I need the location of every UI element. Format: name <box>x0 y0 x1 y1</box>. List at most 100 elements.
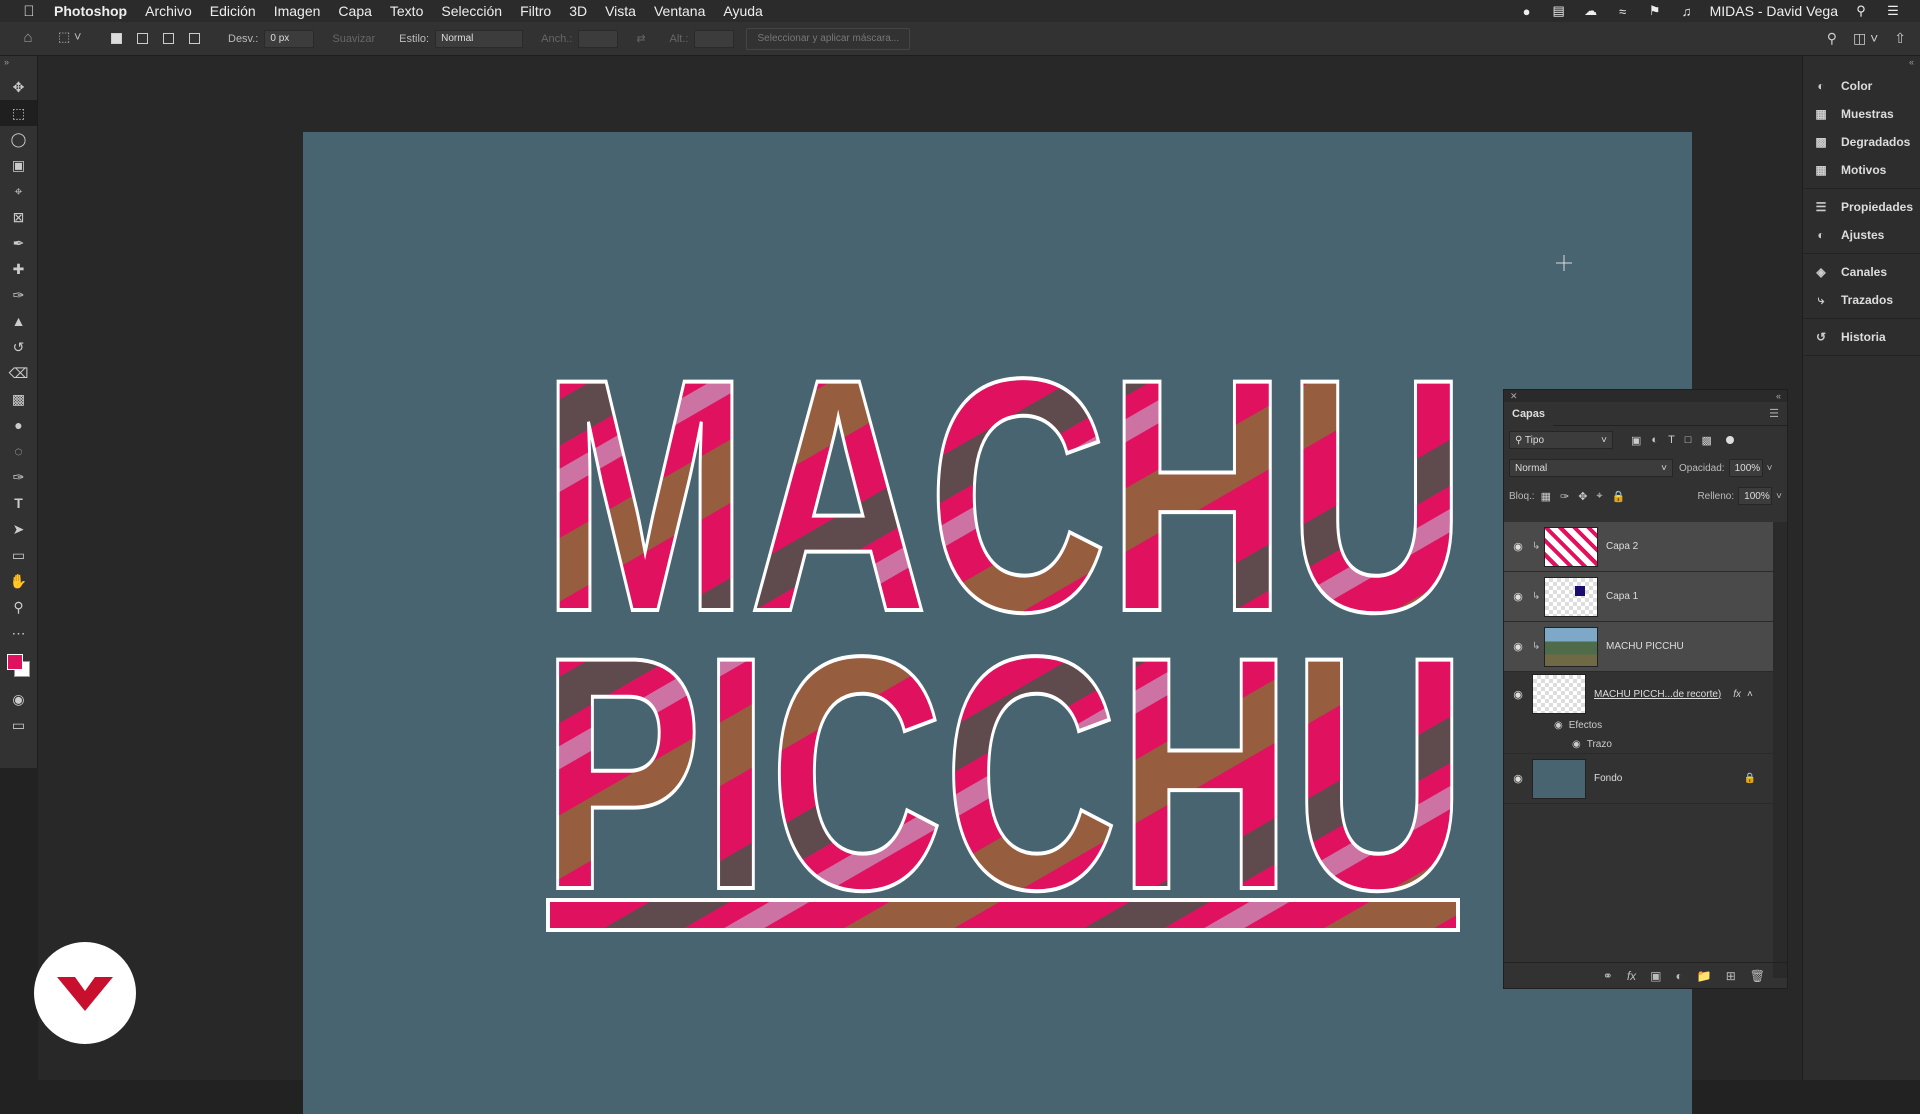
add-style-icon[interactable]: fx <box>1627 969 1636 983</box>
select-and-mask-button[interactable]: Seleccionar y aplicar máscara... <box>746 27 911 50</box>
fill-input[interactable]: 100% <box>1738 487 1773 505</box>
expand-effects-icon[interactable]: ˄ <box>1747 689 1753 700</box>
effects-row[interactable]: ◉ Efectos <box>1504 716 1774 735</box>
dock-collapse-icon[interactable]: « <box>1803 56 1920 68</box>
layers-scrollbar[interactable] <box>1773 522 1787 978</box>
filter-adjustment-icon[interactable]: ◐ <box>1651 434 1658 447</box>
path-selection-tool-icon[interactable]: ➤ <box>0 516 37 542</box>
layer-filter-select[interactable]: ⚲ Tipo ˅ <box>1509 431 1613 449</box>
visibility-eye-icon[interactable]: ◉ <box>1504 640 1532 653</box>
effects-eye-icon[interactable]: ◉ <box>1554 720 1563 731</box>
visibility-eye-icon[interactable]: ◉ <box>1504 540 1532 553</box>
menu-seleccion[interactable]: Selección <box>441 3 502 19</box>
effect-stroke-row[interactable]: ◉ Trazo <box>1504 735 1774 754</box>
brush-tool-icon[interactable]: ✑ <box>0 282 37 308</box>
lock-transparent-icon[interactable]: ▦ <box>1541 490 1551 503</box>
menu-archivo[interactable]: Archivo <box>145 3 192 19</box>
apple-icon[interactable]:  <box>20 3 38 20</box>
tools-collapse-icon[interactable]: » <box>0 56 37 68</box>
menu-app-name[interactable]: Photoshop <box>54 3 127 19</box>
add-mask-icon[interactable]: ▣ <box>1650 969 1661 983</box>
lock-all-icon[interactable]: 🔒 <box>1612 490 1626 503</box>
zoom-tool-icon[interactable]: ⚲ <box>0 594 37 620</box>
dock-item-color[interactable]: ◐ Color <box>1803 72 1920 100</box>
layer-row-machu-picchu[interactable]: ◉ ↳ MACHU PICCHU <box>1504 622 1774 672</box>
wifi-icon[interactable]: ≈ <box>1614 4 1632 19</box>
style-select[interactable]: Normal <box>435 29 524 48</box>
blend-mode-select[interactable]: Normal ˅ <box>1509 459 1673 477</box>
visibility-eye-icon[interactable]: ◉ <box>1504 688 1532 701</box>
history-brush-tool-icon[interactable]: ↺ <box>0 334 37 360</box>
menu-edicion[interactable]: Edición <box>210 3 256 19</box>
move-tool-icon[interactable]: ✥ <box>0 74 37 100</box>
display-icon[interactable]: ▤ <box>1550 3 1568 18</box>
filter-toggle[interactable] <box>1725 436 1734 444</box>
close-panel-icon[interactable]: ✕ <box>1510 390 1518 402</box>
blur-tool-icon[interactable]: ● <box>0 412 37 438</box>
document-canvas[interactable]: MACHU PICCHU <box>303 132 1692 1114</box>
lock-artboard-icon[interactable]: ⌖ <box>1596 490 1602 503</box>
dock-item-properties[interactable]: ☰ Propiedades <box>1803 193 1920 221</box>
width-input[interactable] <box>578 29 619 48</box>
antialias-checkbox[interactable]: Suavizar <box>332 33 375 45</box>
filter-smart-object-icon[interactable]: ▩ <box>1701 434 1711 447</box>
menu-capa[interactable]: Capa <box>338 3 371 19</box>
link-layers-icon[interactable]: ⚭ <box>1603 969 1613 983</box>
new-adjustment-icon[interactable]: ◐ <box>1676 969 1683 983</box>
eraser-tool-icon[interactable]: ⌫ <box>0 360 37 386</box>
opacity-chevron-icon[interactable]: ˅ <box>1767 463 1773 474</box>
menu-vista[interactable]: Vista <box>605 3 636 19</box>
marquee-tool-icon[interactable]: ⬚ <box>0 100 37 126</box>
tool-preset-picker[interactable]: ⬚ ˅ <box>58 29 92 49</box>
dock-item-patterns[interactable]: ▦ Motivos <box>1803 156 1920 184</box>
stamp-tool-icon[interactable]: ▲ <box>0 308 37 334</box>
pen-tool-icon[interactable]: ✑ <box>0 464 37 490</box>
object-selection-tool-icon[interactable]: ▣ <box>0 152 37 178</box>
notification-center-icon[interactable]: ☰ <box>1884 3 1902 18</box>
swap-icon[interactable]: ⇄ <box>636 32 645 45</box>
filter-pixel-icon[interactable]: ▣ <box>1631 434 1641 447</box>
dock-item-swatches[interactable]: ▦ Muestras <box>1803 100 1920 128</box>
layer-row-capa2[interactable]: ◉ ↳ Capa 2 <box>1504 522 1774 572</box>
screen-mode-icon[interactable]: ▭ <box>0 712 37 738</box>
menu-ayuda[interactable]: Ayuda <box>723 3 762 19</box>
dock-item-adjustments[interactable]: ◐ Ajustes <box>1803 221 1920 249</box>
volume-icon[interactable]: ♫ <box>1678 4 1696 19</box>
spotlight-search-icon[interactable]: ⚲ <box>1852 3 1870 18</box>
hand-tool-icon[interactable]: ✋ <box>0 568 37 594</box>
menu-ventana[interactable]: Ventana <box>654 3 705 19</box>
rectangle-tool-icon[interactable]: ▭ <box>0 542 37 568</box>
quick-mask-icon[interactable]: ◉ <box>0 686 37 712</box>
menu-imagen[interactable]: Imagen <box>274 3 321 19</box>
dock-item-paths[interactable]: ⤷ Trazados <box>1803 286 1920 314</box>
healing-brush-tool-icon[interactable]: ✚ <box>0 256 37 282</box>
cloud-icon[interactable]: ☁ <box>1582 3 1600 18</box>
menu-filtro[interactable]: Filtro <box>520 3 551 19</box>
filter-type-icon[interactable]: T <box>1668 434 1675 447</box>
more-tools-icon[interactable]: ⋯ <box>0 620 37 646</box>
dodge-tool-icon[interactable]: ◌ <box>0 438 37 464</box>
home-icon[interactable]: ⌂ <box>18 29 38 49</box>
frame-tool-icon[interactable]: ⊠ <box>0 204 37 230</box>
search-icon[interactable]: ⚲ <box>1827 30 1837 47</box>
opacity-input[interactable]: 100% <box>1728 459 1763 477</box>
stroke-eye-icon[interactable]: ◉ <box>1572 739 1581 750</box>
foreground-color-swatch[interactable] <box>7 654 23 670</box>
flag-icon[interactable]: ⚑ <box>1646 3 1664 18</box>
lock-position-icon[interactable]: ✥ <box>1578 490 1587 503</box>
eyedropper-tool-icon[interactable]: ✒ <box>0 230 37 256</box>
menu-3d[interactable]: 3D <box>569 3 587 19</box>
intersect-selection-button[interactable] <box>184 29 204 49</box>
color-swatches[interactable] <box>0 646 37 686</box>
new-selection-button[interactable] <box>106 29 126 49</box>
new-group-icon[interactable]: 📁 <box>1697 969 1712 983</box>
crop-tool-icon[interactable]: ⌖ <box>0 178 37 204</box>
dock-item-history[interactable]: ↺ Historia <box>1803 323 1920 351</box>
layer-row-text-clip[interactable]: ◉ MACHU PICCH...de recorte) fx ˄ <box>1504 672 1774 716</box>
visibility-eye-icon[interactable]: ◉ <box>1504 772 1532 785</box>
lasso-tool-icon[interactable]: ◯ <box>0 126 37 152</box>
new-layer-icon[interactable]: ⊞ <box>1726 969 1736 983</box>
visibility-eye-icon[interactable]: ◉ <box>1504 590 1532 603</box>
layer-fx-icon[interactable]: fx <box>1733 689 1741 700</box>
layer-lock-icon[interactable]: 🔒 <box>1744 773 1756 784</box>
